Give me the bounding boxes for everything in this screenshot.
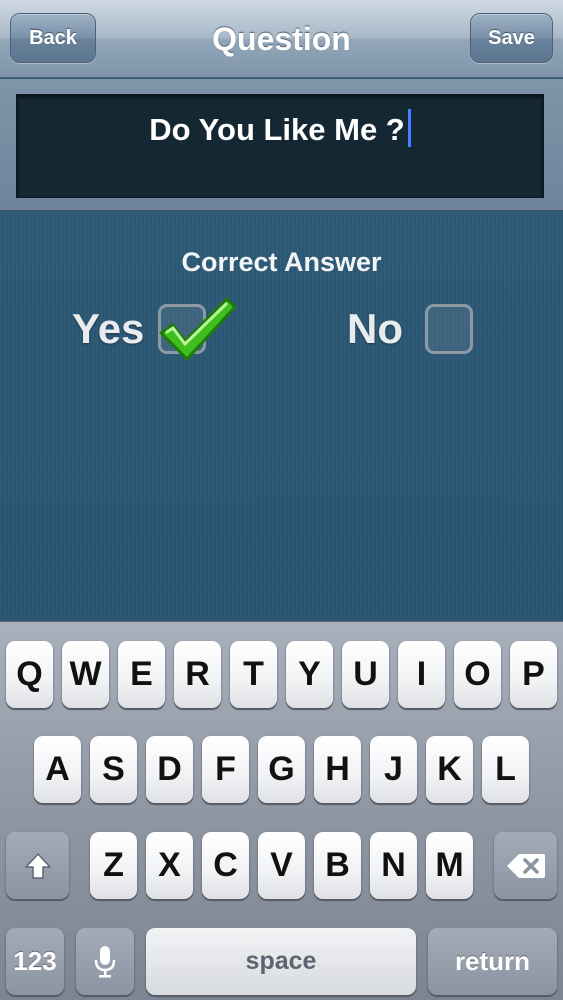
checkmark-icon [159,297,237,361]
space-key[interactable]: space [146,928,416,995]
key-q[interactable]: Q [6,641,53,708]
answer-section: Correct Answer Yes No [0,211,563,621]
key-x[interactable]: X [146,832,193,899]
key-i[interactable]: I [398,641,445,708]
question-panel: Do You Like Me ? [0,79,563,211]
navigation-bar: Back Question Save [0,0,563,78]
return-key[interactable]: return [428,928,557,995]
text-caret [407,109,411,147]
key-a[interactable]: A [34,736,81,803]
key-c[interactable]: C [202,832,249,899]
option-yes[interactable]: Yes [72,297,237,361]
numbers-key[interactable]: 123 [6,928,64,995]
shift-key[interactable] [6,832,69,899]
delete-key[interactable] [494,832,557,899]
shift-icon [24,852,51,879]
yes-checkbox[interactable] [158,297,237,361]
save-button[interactable]: Save [470,13,553,63]
key-u[interactable]: U [342,641,389,708]
key-w[interactable]: W [62,641,109,708]
option-yes-label: Yes [72,305,145,352]
key-d[interactable]: D [146,736,193,803]
key-h[interactable]: H [314,736,361,803]
backspace-icon [506,853,545,878]
no-checkbox[interactable] [425,304,473,354]
microphone-icon [94,945,116,977]
correct-answer-label: Correct Answer [181,247,382,277]
question-input[interactable]: Do You Like Me ? [16,94,544,198]
keyboard: Q W E R T Y U I O P A S D F G H J K L Z … [0,621,563,1000]
key-k[interactable]: K [426,736,473,803]
key-y[interactable]: Y [286,641,333,708]
option-no[interactable]: No [347,299,473,359]
key-s[interactable]: S [90,736,137,803]
key-n[interactable]: N [370,832,417,899]
key-b[interactable]: B [314,832,361,899]
key-z[interactable]: Z [90,832,137,899]
key-m[interactable]: M [426,832,473,899]
key-v[interactable]: V [258,832,305,899]
key-j[interactable]: J [370,736,417,803]
key-o[interactable]: O [454,641,501,708]
key-e[interactable]: E [118,641,165,708]
dictation-key[interactable] [76,928,134,995]
key-r[interactable]: R [174,641,221,708]
question-text-wrapper: Do You Like Me ? [17,109,543,148]
key-t[interactable]: T [230,641,277,708]
question-text: Do You Like Me ? [149,112,405,147]
key-f[interactable]: F [202,736,249,803]
option-no-label: No [347,305,403,352]
key-g[interactable]: G [258,736,305,803]
key-p[interactable]: P [510,641,557,708]
key-l[interactable]: L [482,736,529,803]
